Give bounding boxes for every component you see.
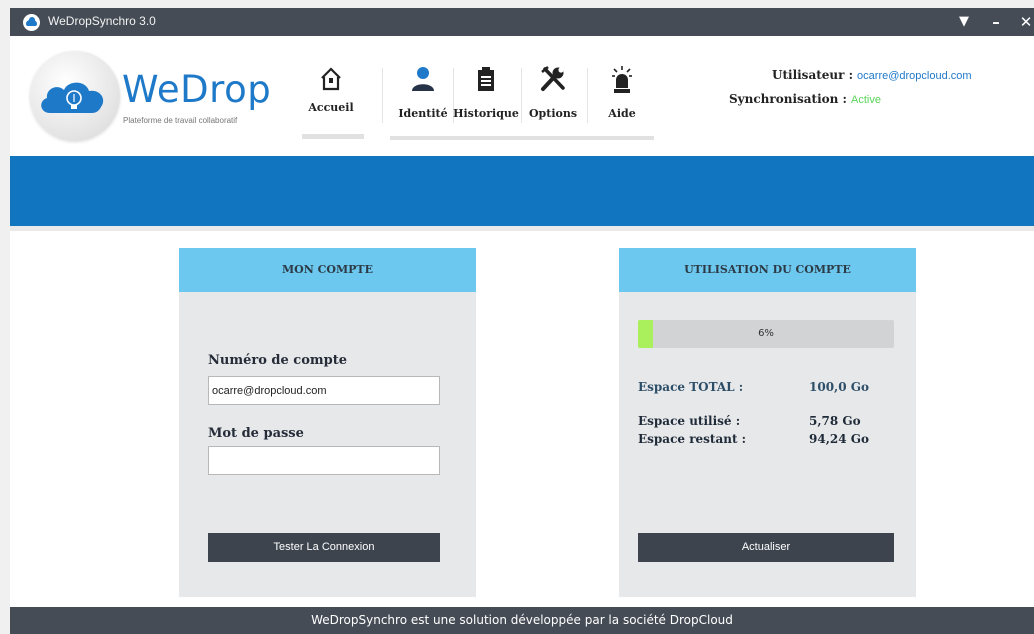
tools-icon [541, 66, 565, 91]
remaining-space-label: Espace restant : [638, 432, 747, 446]
menu-down-icon[interactable]: ▼ [954, 12, 974, 32]
usage-panel-header: UTILISATION DU COMPTE [619, 248, 916, 292]
nav-divider [587, 68, 588, 123]
title-bar: WeDropSynchro 3.0 ▼ – ✕ [10, 8, 1034, 36]
nav-item-historique[interactable]: Historique [453, 64, 519, 130]
header: WeDrop Plateforme de travail collaborati… [10, 36, 1034, 156]
minimize-icon[interactable]: – [986, 12, 1006, 32]
logo-tagline: Plateforme de travail collaboratif [123, 116, 238, 125]
cloud-bulb-icon [41, 82, 104, 113]
blue-banner [10, 156, 1034, 226]
usage-progress-text: 6% [758, 328, 774, 339]
nav-item-identite[interactable]: Identité [393, 64, 453, 130]
nav-divider [382, 68, 383, 123]
user-email: ocarre@dropcloud.com [857, 70, 972, 82]
usage-progress-bar: 6% [638, 320, 894, 348]
account-panel-header: MON COMPTE [179, 248, 476, 292]
remaining-space-value: 94,24 Go [809, 432, 870, 446]
total-space-label: Espace TOTAL : [638, 380, 744, 394]
nav-item-options[interactable]: Options [525, 64, 581, 130]
nav-label-historique: Historique [453, 107, 519, 120]
home-icon [321, 67, 341, 91]
nav-item-accueil[interactable]: Accueil [300, 64, 362, 130]
used-space-value: 5,78 Go [809, 414, 861, 428]
password-field[interactable] [208, 446, 440, 475]
banner-divider [10, 226, 1034, 231]
close-icon[interactable]: ✕ [1016, 12, 1034, 32]
sync-info: Synchronisation : Active [729, 88, 881, 107]
logo-name: WeDrop [122, 68, 272, 111]
window-title: WeDropSynchro 3.0 [48, 14, 156, 28]
password-label: Mot de passe [208, 426, 304, 441]
account-number-label: Numéro de compte [208, 353, 348, 368]
user-icon [412, 67, 434, 91]
sync-status: Active [850, 94, 881, 106]
app-window: WeDropSynchro 3.0 ▼ – ✕ WeDrop Plateform… [10, 8, 1034, 634]
clipboard-icon [478, 67, 494, 91]
account-number-field[interactable] [208, 376, 440, 405]
footer: WeDropSynchro est une solution développé… [10, 607, 1034, 634]
logo [30, 51, 120, 141]
total-space-value: 100,0 Go [809, 380, 870, 394]
nav-item-aide[interactable]: Aide [598, 64, 646, 130]
used-space-label: Espace utilisé : [638, 414, 741, 428]
nav-label-options: Options [528, 107, 578, 120]
refresh-button[interactable]: Actualiser [638, 533, 894, 562]
nav-divider-line [390, 136, 654, 140]
app-logo-icon [23, 14, 40, 31]
user-label: Utilisateur : [772, 68, 854, 82]
nav-label-accueil: Accueil [308, 101, 354, 114]
sync-label: Synchronisation : [729, 92, 847, 106]
account-panel: MON COMPTE Numéro de compte Mot de passe… [179, 248, 476, 597]
test-connection-button[interactable]: Tester La Connexion [208, 533, 440, 562]
nav-label-aide: Aide [608, 107, 636, 120]
nav-active-indicator [302, 134, 364, 139]
nav-divider [521, 68, 522, 123]
alarm-light-icon [612, 66, 632, 93]
usage-panel: UTILISATION DU COMPTE 6% Espace TOTAL : … [619, 248, 916, 597]
nav-label-identite: Identité [398, 107, 448, 120]
user-info: Utilisateur : ocarre@dropcloud.com [772, 64, 972, 83]
